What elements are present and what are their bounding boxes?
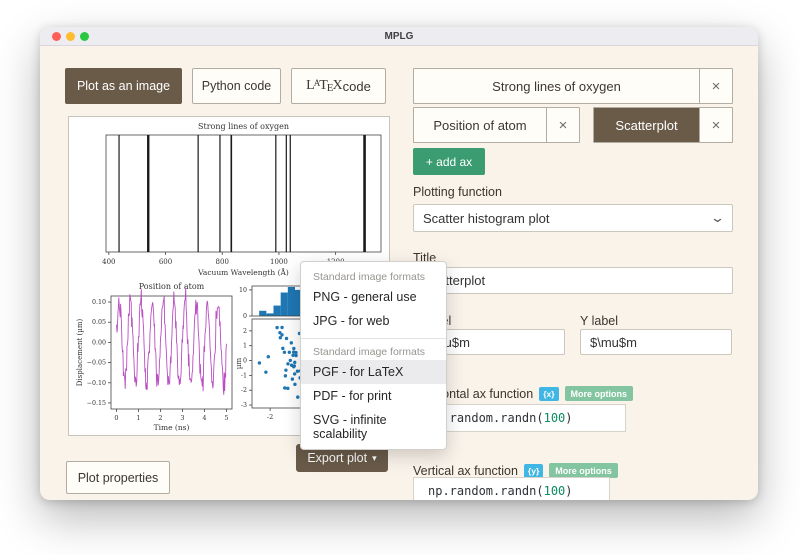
svg-text:-2: -2 xyxy=(241,387,247,394)
svg-text:10: 10 xyxy=(239,287,247,294)
tab-scatterplot[interactable]: Scatterplot xyxy=(594,108,699,142)
svg-text:1: 1 xyxy=(243,343,247,350)
app-window: MPLG Plot as an image Python code LATEX … xyxy=(40,27,758,500)
page-background: MPLG Plot as an image Python code LATEX … xyxy=(0,0,800,555)
menu-section-header: Standard image formats xyxy=(313,271,426,283)
zoom-window-button[interactable] xyxy=(80,32,89,41)
vertical-more-options-button[interactable]: More options xyxy=(549,463,618,478)
y-variable-badge: {y} xyxy=(523,463,544,478)
svg-text:0: 0 xyxy=(114,414,118,422)
caret-down-icon: ▾ xyxy=(372,452,377,463)
close-window-button[interactable] xyxy=(52,32,61,41)
add-ax-button[interactable]: + add ax xyxy=(413,148,485,175)
svg-text:5: 5 xyxy=(224,414,228,422)
svg-text:0: 0 xyxy=(243,313,247,320)
menu-divider xyxy=(301,338,446,339)
svg-text:3: 3 xyxy=(180,414,184,422)
y-label-label: Y label xyxy=(580,314,618,328)
svg-text:0.10: 0.10 xyxy=(92,299,106,306)
plotting-function-select[interactable]: Scatter histogram plot ⌄ xyxy=(413,204,733,232)
plot-as-image-button[interactable]: Plot as an image xyxy=(65,68,182,104)
chevron-down-icon: ⌄ xyxy=(709,210,726,225)
svg-text:2: 2 xyxy=(243,328,247,335)
titlebar[interactable]: MPLG xyxy=(40,27,758,46)
svg-text:Displacement (µm): Displacement (µm) xyxy=(76,319,84,387)
svg-text:−0.05: −0.05 xyxy=(87,360,106,367)
latex-code-button[interactable]: LATEX code xyxy=(291,68,386,104)
menu-item-png[interactable]: PNG - general use xyxy=(301,285,446,309)
svg-text:800: 800 xyxy=(216,258,229,266)
svg-text:Strong lines of oxygen: Strong lines of oxygen xyxy=(198,122,289,131)
svg-text:0: 0 xyxy=(243,358,247,365)
y-label-input[interactable] xyxy=(580,329,732,355)
tab-position-of-atom[interactable]: Position of atom xyxy=(414,108,546,142)
x-variable-badge: {x} xyxy=(539,386,559,401)
close-tab1-icon[interactable]: × xyxy=(699,69,732,103)
plot-properties-button[interactable]: Plot properties xyxy=(66,461,170,494)
svg-text:-3: -3 xyxy=(241,402,247,409)
vertical-ax-function-input[interactable]: np.random.randn(100) xyxy=(413,477,610,500)
svg-text:1000: 1000 xyxy=(270,258,288,266)
svg-text:0.05: 0.05 xyxy=(92,319,106,326)
svg-text:0.00: 0.00 xyxy=(92,339,106,346)
svg-text:4: 4 xyxy=(202,414,206,422)
svg-text:-2: -2 xyxy=(267,413,273,421)
svg-text:Position of atom: Position of atom xyxy=(139,282,205,291)
close-tab3-icon[interactable]: × xyxy=(699,108,732,142)
svg-text:Time (ns): Time (ns) xyxy=(154,423,190,432)
svg-text:2: 2 xyxy=(158,414,162,422)
svg-text:400: 400 xyxy=(102,258,115,266)
export-menu: Standard image formats PNG - general use… xyxy=(300,261,447,450)
svg-text:−0.15: −0.15 xyxy=(87,400,106,407)
title-input[interactable] xyxy=(413,267,733,294)
python-code-button[interactable]: Python code xyxy=(192,68,281,104)
svg-text:-1: -1 xyxy=(241,372,247,379)
horizontal-more-options-button[interactable]: More options xyxy=(564,386,634,401)
vertical-ax-function-label: Vertical ax function xyxy=(413,463,518,478)
svg-text:µm: µm xyxy=(235,358,243,370)
window-title: MPLG xyxy=(384,30,414,42)
plotting-function-label: Plotting function xyxy=(413,185,502,199)
menu-section-header: Standard image formats xyxy=(313,346,426,358)
menu-item-svg[interactable]: SVG - infinite scalability xyxy=(301,408,446,446)
svg-text:600: 600 xyxy=(159,258,172,266)
minimize-window-button[interactable] xyxy=(66,32,75,41)
svg-text:1: 1 xyxy=(136,414,140,422)
close-tab2-icon[interactable]: × xyxy=(546,108,579,142)
menu-item-pgf[interactable]: PGF - for LaTeX xyxy=(301,360,446,384)
menu-item-jpg[interactable]: JPG - for web xyxy=(301,309,446,333)
svg-text:−0.10: −0.10 xyxy=(87,380,106,387)
tab-strong-lines-of-oxygen[interactable]: Strong lines of oxygen xyxy=(414,69,699,103)
menu-item-pdf[interactable]: PDF - for print xyxy=(301,384,446,408)
svg-text:Vacuum Wavelength (Å): Vacuum Wavelength (Å) xyxy=(197,268,289,277)
